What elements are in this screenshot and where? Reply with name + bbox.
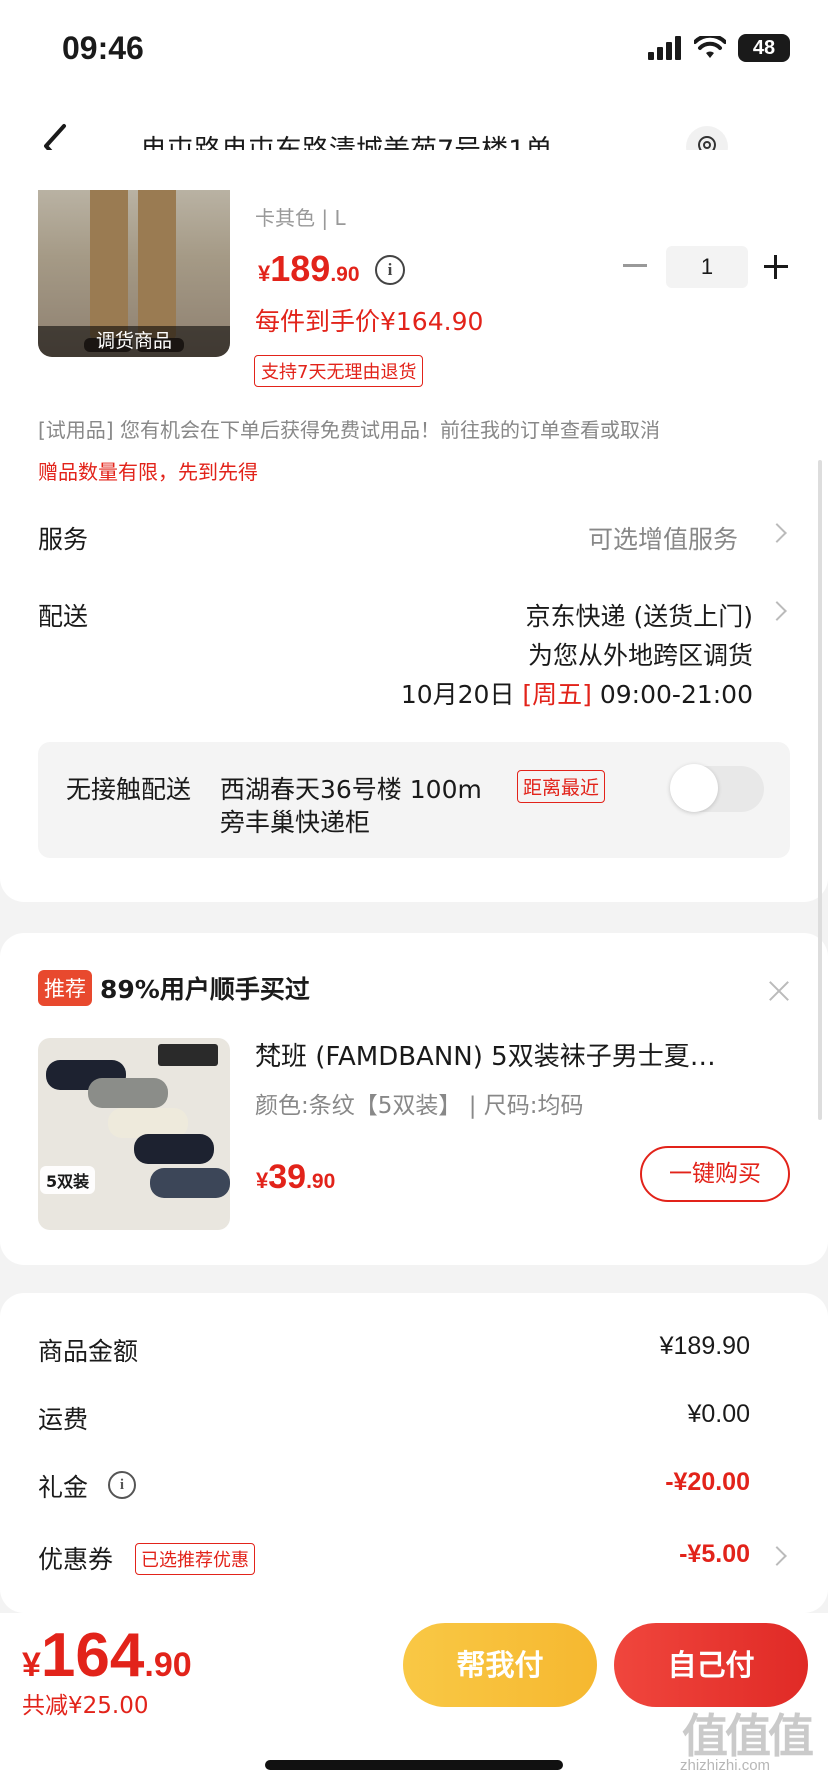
coupon-value[interactable]: -¥5.00 bbox=[679, 1540, 750, 1569]
contactless-toggle-knob[interactable] bbox=[670, 764, 718, 812]
wifi-icon bbox=[694, 36, 726, 58]
sock-shape bbox=[150, 1168, 230, 1198]
quantity-minus-button[interactable] bbox=[620, 250, 650, 280]
socks-image[interactable] bbox=[38, 1038, 230, 1230]
rec-price-yen: ¥ bbox=[256, 1168, 269, 1193]
sock-shape bbox=[88, 1078, 168, 1108]
signal-icon bbox=[648, 36, 681, 60]
recommend-price: ¥39.90 bbox=[256, 1158, 335, 1197]
gift-money-value: -¥20.00 bbox=[665, 1468, 750, 1496]
watermark-url: zhizhizhi.com bbox=[680, 1757, 771, 1774]
pants-leg-left bbox=[90, 190, 128, 340]
rec-price-dec: .90 bbox=[306, 1170, 336, 1193]
coupon-label: 优惠券 bbox=[38, 1545, 114, 1574]
trial-note: 赠品数量有限，先到先得 bbox=[38, 460, 258, 484]
price-info-icon[interactable]: i bbox=[375, 255, 405, 285]
contactless-label: 无接触配送 bbox=[66, 775, 192, 804]
status-icons: 48 bbox=[648, 34, 790, 62]
trial-text[interactable]: [试用品] 您有机会在下单后获得免费试用品！前往我的订单查看或取消 bbox=[38, 414, 660, 443]
total-yen: ¥ bbox=[22, 1646, 41, 1684]
battery-icon: 48 bbox=[738, 34, 790, 62]
product-price: ¥189.90 bbox=[258, 248, 360, 290]
price-yen: ¥ bbox=[258, 261, 271, 286]
home-indicator[interactable] bbox=[265, 1760, 563, 1770]
shipping-label: 运费 bbox=[38, 1405, 89, 1434]
contactless-location-detail: 旁丰巢快递柜 bbox=[220, 808, 371, 837]
socks-pack-tag: 5双装 bbox=[40, 1166, 96, 1194]
one-click-buy-button[interactable]: 一键购买 bbox=[640, 1146, 790, 1202]
clapboard-shape bbox=[158, 1044, 218, 1066]
service-label: 服务 bbox=[38, 525, 89, 554]
recommend-product-name[interactable]: 梵班 (FAMDBANN) 5双装袜子男士夏… bbox=[255, 1036, 785, 1073]
delivery-label: 配送 bbox=[38, 602, 89, 631]
help-pay-button[interactable]: 帮我付 bbox=[403, 1623, 597, 1707]
gift-info-icon[interactable]: i bbox=[108, 1471, 136, 1499]
sock-shape bbox=[134, 1134, 214, 1164]
quantity-plus-button[interactable] bbox=[762, 252, 792, 282]
product-image-tag: 调货商品 bbox=[38, 326, 230, 357]
shipping-value: ¥0.00 bbox=[687, 1400, 750, 1428]
goods-amount-label: 商品金额 bbox=[38, 1337, 139, 1366]
close-icon[interactable] bbox=[768, 980, 790, 1002]
total-dec: .90 bbox=[144, 1646, 192, 1684]
service-value[interactable]: 可选增值服务 bbox=[588, 520, 738, 556]
price-dec: .90 bbox=[330, 263, 360, 286]
gift-money-label: 礼金 bbox=[38, 1473, 89, 1502]
unit-price: 每件到手价¥164.90 bbox=[255, 307, 484, 336]
delivery-window: 09:00-21:00 bbox=[599, 680, 753, 709]
rec-price-int: 39 bbox=[268, 1158, 307, 1196]
contactless-location: 西湖春天36号楼 100m bbox=[220, 775, 482, 804]
total-saved: 共减¥25.00 bbox=[22, 1693, 149, 1719]
nearest-badge: 距离最近 bbox=[517, 770, 606, 803]
quantity-input[interactable]: 1 bbox=[666, 246, 748, 288]
recommend-title: 89%用户顺手买过 bbox=[100, 975, 310, 1004]
recommend-badge: 推荐 bbox=[38, 970, 92, 1006]
delivery-date: 10月20日 bbox=[400, 680, 515, 709]
goods-amount-value: ¥189.90 bbox=[659, 1332, 750, 1360]
recommend-product-spec: 颜色:条纹【5双装】 | 尺码:均码 bbox=[255, 1093, 584, 1119]
delivery-time: 10月20日 [周五] 09:00-21:00 bbox=[401, 675, 753, 711]
total-price: ¥164.90 bbox=[22, 1620, 192, 1691]
total-int: 164 bbox=[40, 1621, 145, 1690]
delivery-method[interactable]: 京东快递 (送货上门) bbox=[526, 597, 753, 633]
self-pay-button[interactable]: 自己付 bbox=[614, 1623, 808, 1707]
return-policy-badge: 支持7天无理由退货 bbox=[254, 355, 424, 387]
product-spec[interactable]: 卡其色 | L bbox=[255, 202, 346, 231]
price-int: 189 bbox=[270, 248, 331, 289]
coupon-badge: 已选推荐优惠 bbox=[135, 1543, 255, 1575]
delivery-weekday: [周五] bbox=[522, 680, 592, 709]
scrollbar[interactable] bbox=[818, 460, 822, 1120]
status-time: 09:46 bbox=[62, 30, 144, 66]
pants-leg-right bbox=[138, 190, 176, 340]
delivery-transfer-note: 为您从外地跨区调货 bbox=[527, 641, 753, 670]
